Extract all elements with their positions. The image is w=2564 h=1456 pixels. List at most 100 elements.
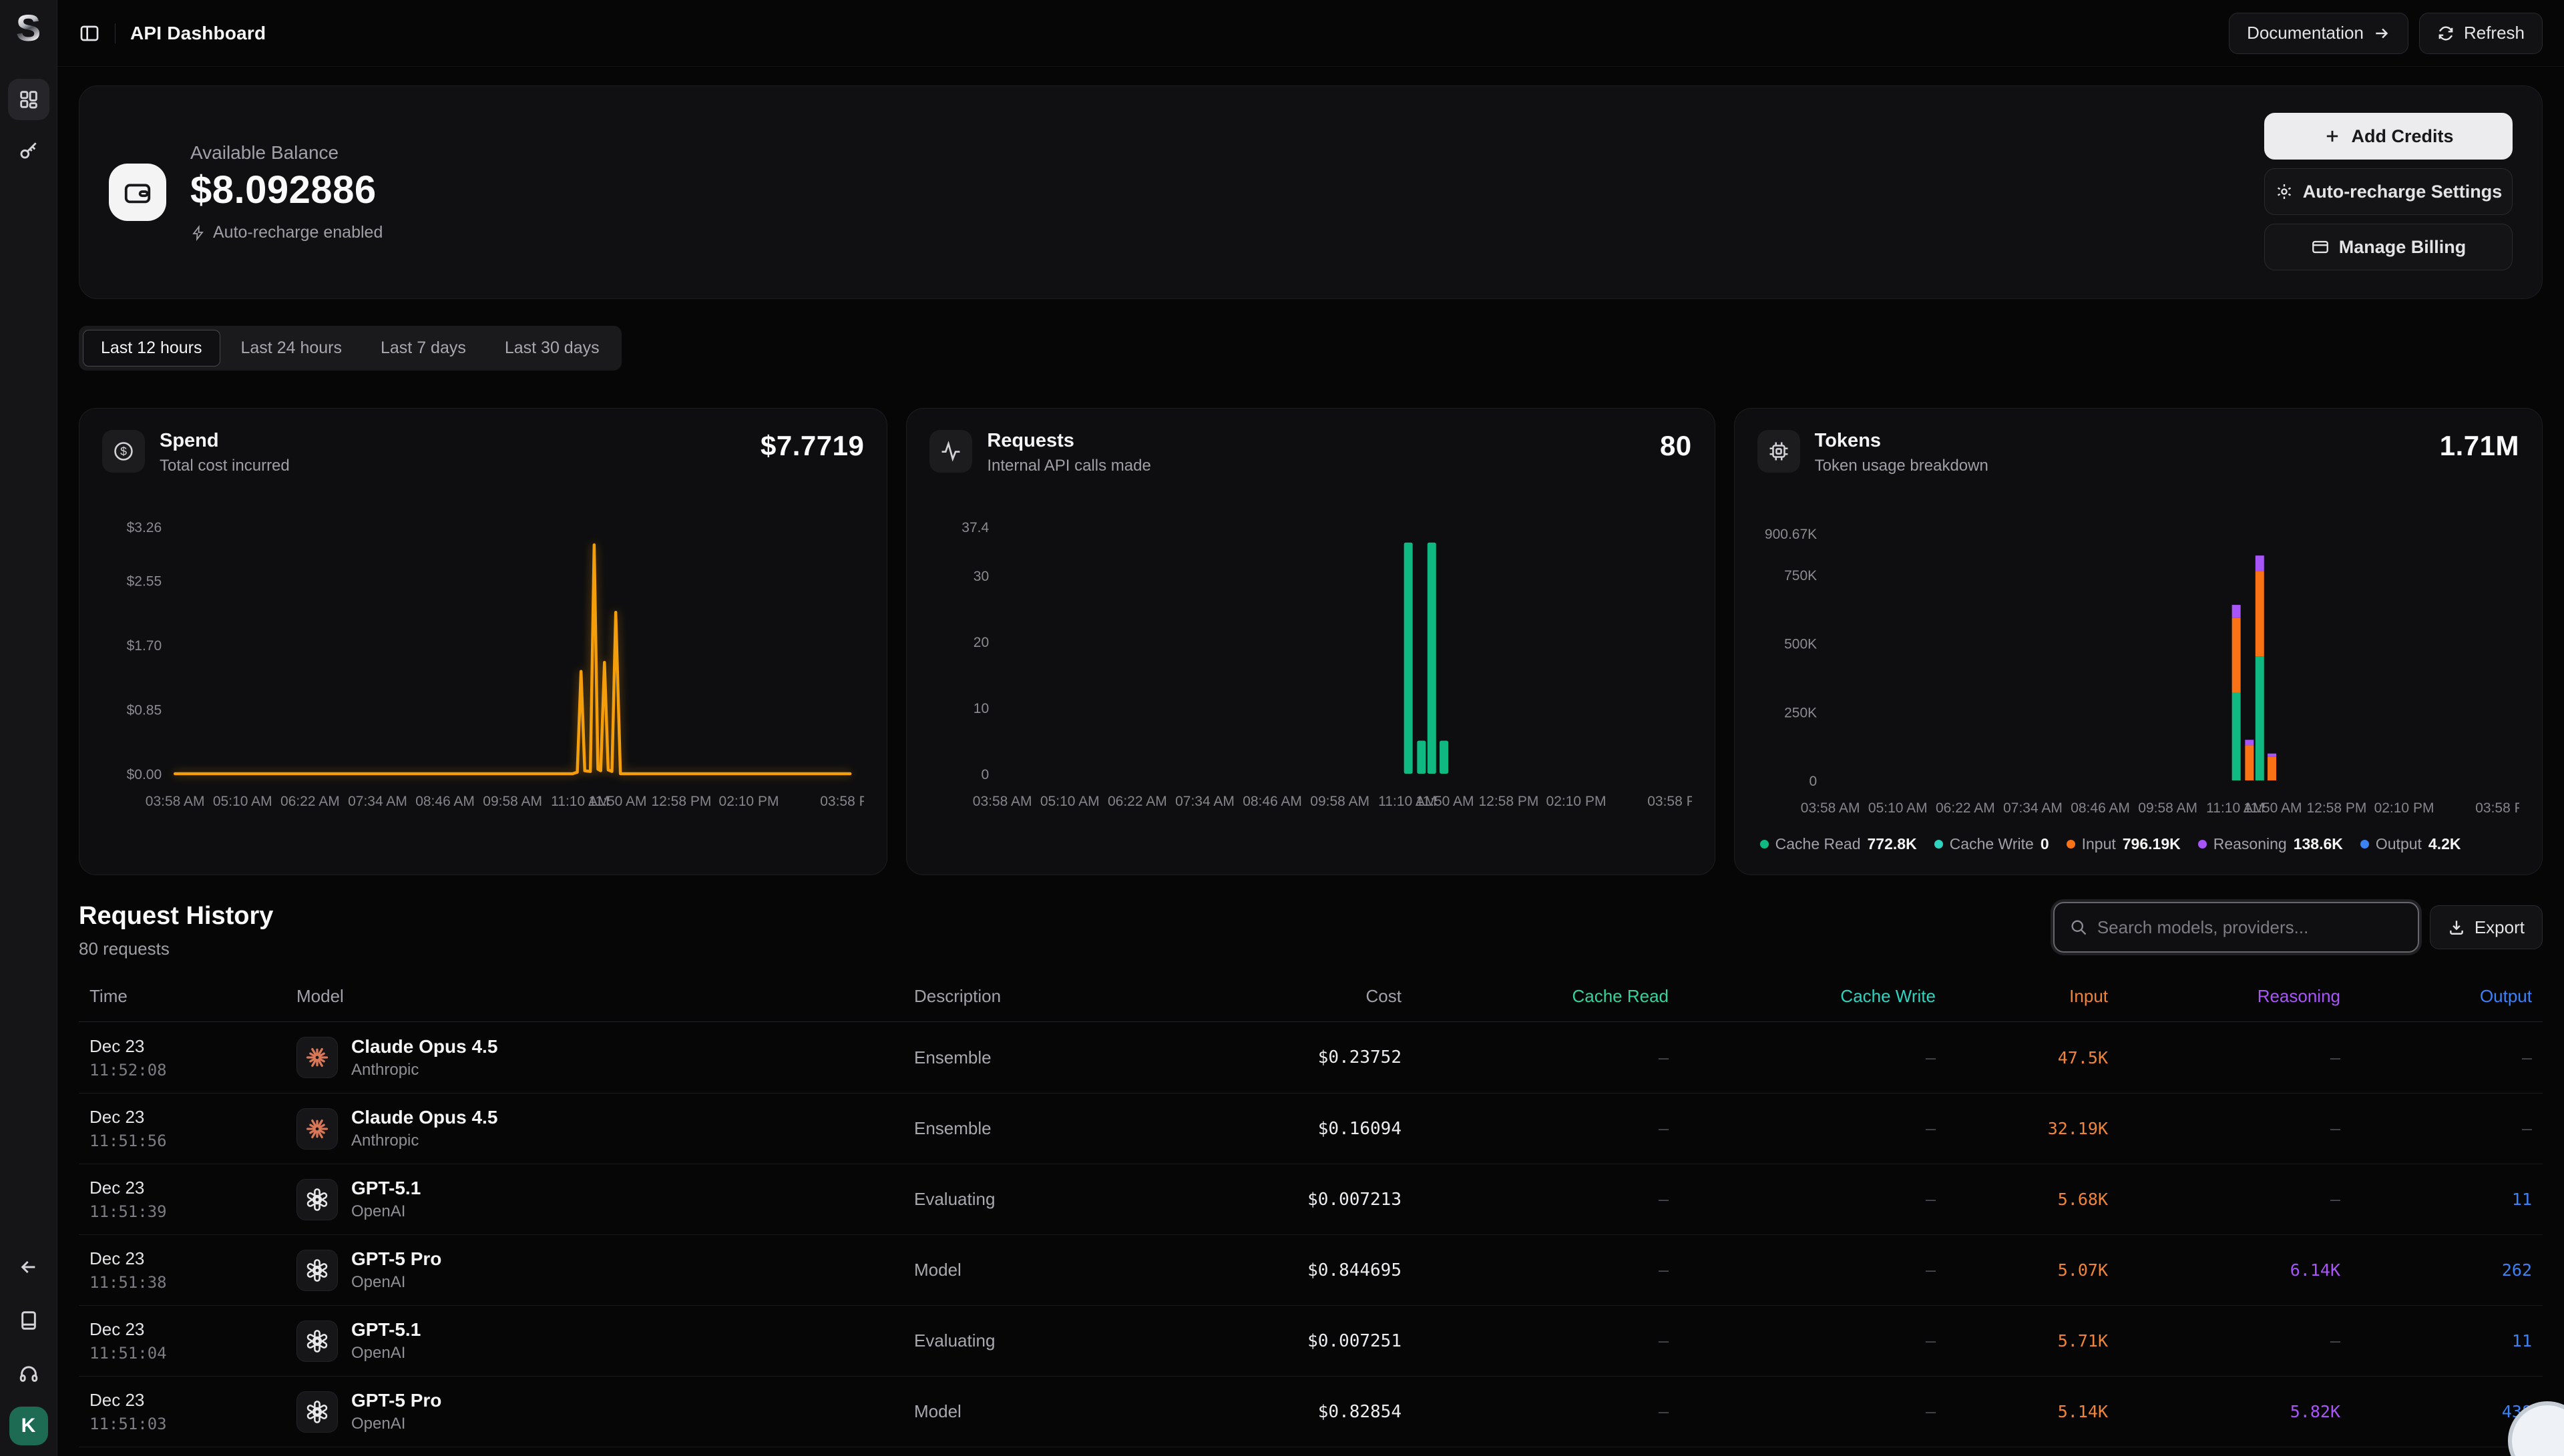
cell-model: GPT-5.1OpenAI [296,1319,914,1363]
table-row[interactable]: Dec 2311:51:56Claude Opus 4.5AnthropicEn… [79,1093,2543,1164]
svg-text:03:58 AM: 03:58 AM [1800,800,1860,816]
cell-input: 32.19K [1936,1119,2108,1138]
model-text: Claude Opus 4.5Anthropic [351,1107,497,1150]
legend-item: Cache Read772.8K [1760,835,1917,853]
table-row[interactable]: Dec 23GPT-5.1OpenAIEvaluating$0.013681——… [79,1447,2543,1456]
cell-reasoning: — [2108,1331,2340,1351]
cell-cost: $0.23752 [1201,1047,1402,1067]
search-input[interactable] [2097,917,2403,938]
requests-chart: 010203037.403:58 AM05:10 AM06:22 AM07:34… [929,507,1691,820]
svg-text:12:58 PM: 12:58 PM [1479,794,1539,809]
svg-text:12:58 PM: 12:58 PM [651,794,711,809]
svg-text:05:10 AM: 05:10 AM [1040,794,1100,809]
panel-toggle-button[interactable] [79,23,100,44]
column-header-description: Description [914,986,1201,1007]
main-area: API Dashboard Documentation Refresh [57,0,2564,1456]
row-date: Dec 23 [89,1178,296,1198]
svg-text:02:10 PM: 02:10 PM [719,794,779,809]
row-date: Dec 23 [89,1107,296,1128]
model-text: GPT-5 ProOpenAI [351,1248,441,1292]
table-row[interactable]: Dec 2311:51:38GPT-5 ProOpenAIModel$0.844… [79,1234,2543,1305]
spend-title: Spend [160,430,290,452]
avatar[interactable]: K [9,1407,48,1445]
cell-cache-write: — [1669,1260,1936,1280]
svg-text:09:58 AM: 09:58 AM [483,794,542,809]
activity-icon [929,430,972,473]
cell-cost: $0.82854 [1201,1402,1402,1422]
time-range-tab-2[interactable]: Last 7 days [363,330,484,367]
table-row[interactable]: Dec 2311:52:08Claude Opus 4.5AnthropicEn… [79,1022,2543,1093]
svg-text:03:58 PM: 03:58 PM [2475,800,2519,816]
svg-text:05:10 AM: 05:10 AM [213,794,272,809]
cell-output: — [2340,1119,2532,1138]
legend-item: Input 796.19K [2067,835,2181,853]
table-row[interactable]: Dec 2311:51:04GPT-5.1OpenAIEvaluating$0.… [79,1305,2543,1376]
svg-text:37.4: 37.4 [962,520,990,535]
openai-icon [296,1179,338,1220]
sidebar-item-api-keys[interactable] [8,130,49,171]
refresh-label: Refresh [2464,23,2525,43]
spend-chart: $0.00$0.85$1.70$2.55$3.2603:58 AM05:10 A… [102,507,864,820]
column-header-cache-write: Cache Write [1669,986,1936,1007]
request-history-section: Request History 80 requests [79,902,2543,1456]
autorecharge-settings-button[interactable]: Auto-recharge Settings [2264,168,2513,215]
cell-cache-read: — [1402,1331,1669,1351]
credit-card-icon [2311,238,2330,256]
cell-model: GPT-5.1OpenAI [296,1178,914,1221]
page-title: API Dashboard [130,23,266,44]
tokens-card: Tokens Token usage breakdown 1.71M 0250K… [1734,408,2543,875]
cell-model: GPT-5 ProOpenAI [296,1248,914,1292]
cell-reasoning: 6.14K [2108,1260,2340,1280]
cell-cost: $0.844695 [1201,1260,1402,1280]
tokens-title: Tokens [1815,430,1988,452]
time-range-tab-1[interactable]: Last 24 hours [223,330,361,367]
model-provider: Anthropic [351,1061,497,1079]
content: Available Balance $8.092886 Auto-recharg… [57,67,2564,1456]
row-time: 11:51:38 [89,1273,296,1292]
history-count: 80 requests [79,939,273,959]
gear-icon [2275,182,2294,201]
cell-cost: $0.007251 [1201,1331,1402,1351]
documentation-button[interactable]: Documentation [2229,13,2408,54]
svg-text:06:22 AM: 06:22 AM [280,794,340,809]
export-button[interactable]: Export [2430,905,2543,949]
cell-time: Dec 2311:51:56 [89,1107,296,1150]
table-row[interactable]: Dec 2311:51:39GPT-5.1OpenAIEvaluating$0.… [79,1164,2543,1234]
column-header-reasoning: Reasoning [2108,986,2340,1007]
sidebar-item-docs[interactable] [8,1300,49,1341]
time-range-tab-0[interactable]: Last 12 hours [83,330,220,367]
wallet-icon [109,164,166,221]
manage-billing-button[interactable]: Manage Billing [2264,224,2513,270]
cell-cache-write: — [1669,1190,1936,1209]
topbar-divider [115,23,116,43]
cell-output: 11 [2340,1190,2532,1209]
sidebar-item-support[interactable] [8,1353,49,1395]
cell-reasoning: — [2108,1190,2340,1209]
table-row[interactable]: Dec 2311:51:03GPT-5 ProOpenAIModel$0.828… [79,1376,2543,1447]
row-time: 11:51:04 [89,1344,296,1363]
model-provider: OpenAI [351,1202,421,1221]
sidebar-collapse-button[interactable] [8,1246,49,1288]
manage-billing-label: Manage Billing [2339,237,2467,258]
cell-cache-read: — [1402,1048,1669,1067]
svg-text:09:58 AM: 09:58 AM [2138,800,2197,816]
cell-time: Dec 2311:51:39 [89,1178,296,1221]
legend-value: 796.19K [2123,835,2181,853]
tokens-subtitle: Token usage breakdown [1815,457,1988,475]
row-date: Dec 23 [89,1248,296,1269]
table-header: TimeModelDescriptionCostCache ReadCache … [79,978,2543,1022]
cell-input: 5.71K [1936,1331,2108,1351]
refresh-button[interactable]: Refresh [2419,13,2543,54]
row-date: Dec 23 [89,1390,296,1411]
sidebar-item-dashboard[interactable] [8,79,49,120]
model-name: Claude Opus 4.5 [351,1107,497,1128]
cell-output: 262 [2340,1260,2532,1280]
add-credits-button[interactable]: Add Credits [2264,113,2513,160]
time-range-tab-3[interactable]: Last 30 days [487,330,618,367]
legend-value: 0 [2041,835,2049,853]
svg-text:06:22 AM: 06:22 AM [1108,794,1167,809]
refresh-icon [2437,25,2454,42]
documentation-label: Documentation [2247,23,2364,43]
legend-label: Input [2082,835,2116,853]
cell-cache-write: — [1669,1048,1936,1067]
